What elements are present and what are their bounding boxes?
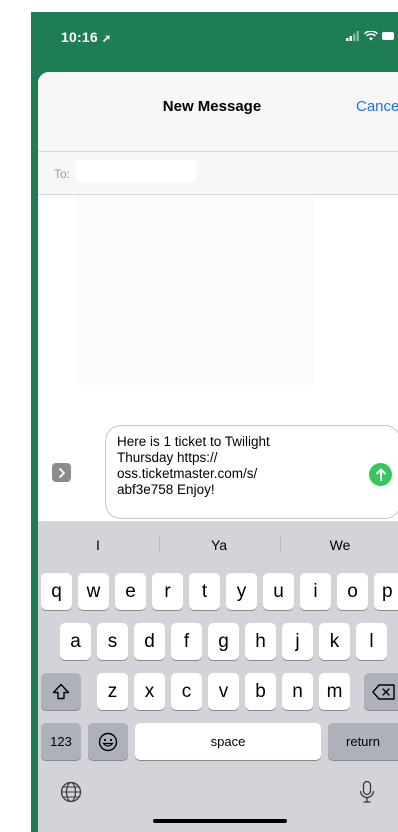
key-c[interactable]: c <box>171 673 202 710</box>
status-time-text: 10:16 <box>61 29 98 45</box>
key-n[interactable]: n <box>282 673 313 710</box>
dictation-button[interactable] <box>352 777 382 807</box>
key-t[interactable]: t <box>189 573 220 610</box>
cancel-button[interactable]: Cancel <box>356 98 398 115</box>
key-d[interactable]: d <box>134 623 165 660</box>
microphone-icon <box>359 780 375 803</box>
send-button[interactable] <box>369 463 392 486</box>
key-s[interactable]: s <box>97 623 128 660</box>
navigation-bar: New Message Cancel <box>38 72 398 152</box>
status-icons <box>346 31 394 41</box>
key-m[interactable]: m <box>319 673 350 710</box>
location-arrow-icon: ➚ <box>101 33 112 45</box>
compose-sheet: New Message Cancel To: Here is 1 ticket … <box>38 72 398 832</box>
shift-icon <box>52 683 70 700</box>
arrow-up-icon <box>375 468 386 481</box>
status-bar: 10:16 ➚ <box>31 12 398 62</box>
emoji-icon <box>98 732 118 751</box>
to-label: To: <box>54 167 71 181</box>
key-k[interactable]: k <box>319 623 350 660</box>
key-w[interactable]: w <box>78 573 109 610</box>
suggestion-1[interactable]: I <box>38 537 158 553</box>
key-r[interactable]: r <box>152 573 183 610</box>
key-p[interactable]: p <box>374 573 398 610</box>
key-e[interactable]: e <box>115 573 146 610</box>
numbers-key[interactable]: 123 <box>41 723 81 760</box>
key-u[interactable]: u <box>263 573 294 610</box>
delete-key[interactable] <box>364 673 398 710</box>
chevron-right-icon <box>58 467 65 478</box>
space-key[interactable]: space <box>135 723 321 760</box>
keyboard: I Ya We q w e r t y u i o p a s d f g h … <box>38 521 398 832</box>
message-input[interactable]: Here is 1 ticket to Twilight Thursday ht… <box>105 425 398 519</box>
conversation-area <box>38 195 398 401</box>
home-indicator <box>153 819 287 823</box>
backspace-icon <box>372 683 395 700</box>
signal-icon <box>346 31 359 41</box>
message-line: abf3e758 Enjoy! <box>117 482 215 497</box>
key-x[interactable]: x <box>134 673 165 710</box>
phone-screen: 10:16 ➚ New Message Cancel <box>31 12 398 832</box>
key-y[interactable]: y <box>226 573 257 610</box>
app-drawer-button[interactable] <box>52 463 71 482</box>
page-title: New Message <box>162 98 262 115</box>
predictive-bar: I Ya We <box>38 521 398 565</box>
key-z[interactable]: z <box>97 673 128 710</box>
battery-icon <box>382 32 394 40</box>
shift-key[interactable] <box>41 673 81 710</box>
return-key[interactable]: return <box>328 723 398 760</box>
recipient-input[interactable] <box>76 160 196 182</box>
message-line: oss.ticketmaster.com/s/ <box>117 466 258 481</box>
message-line: Here is 1 ticket to Twilight <box>117 434 270 449</box>
emoji-key[interactable] <box>88 723 128 760</box>
conversation-placeholder <box>76 195 314 385</box>
suggestion-2[interactable]: Ya <box>159 537 279 553</box>
key-b[interactable]: b <box>245 673 276 710</box>
key-q[interactable]: q <box>41 573 72 610</box>
status-time: 10:16 ➚ <box>61 29 111 45</box>
key-a[interactable]: a <box>60 623 91 660</box>
key-v[interactable]: v <box>208 673 239 710</box>
suggestion-3[interactable]: We <box>280 537 398 553</box>
compose-area: Here is 1 ticket to Twilight Thursday ht… <box>38 401 398 521</box>
key-i[interactable]: i <box>300 573 331 610</box>
message-text: Here is 1 ticket to Twilight Thursday ht… <box>117 434 366 498</box>
key-g[interactable]: g <box>208 623 239 660</box>
recipient-row: To: <box>38 152 398 195</box>
key-h[interactable]: h <box>245 623 276 660</box>
key-o[interactable]: o <box>337 573 368 610</box>
globe-button[interactable] <box>56 777 86 807</box>
key-f[interactable]: f <box>171 623 202 660</box>
key-j[interactable]: j <box>282 623 313 660</box>
globe-icon <box>60 781 82 803</box>
wifi-icon <box>364 31 378 41</box>
key-l[interactable]: l <box>356 623 387 660</box>
message-line: Thursday https:// <box>117 450 218 465</box>
